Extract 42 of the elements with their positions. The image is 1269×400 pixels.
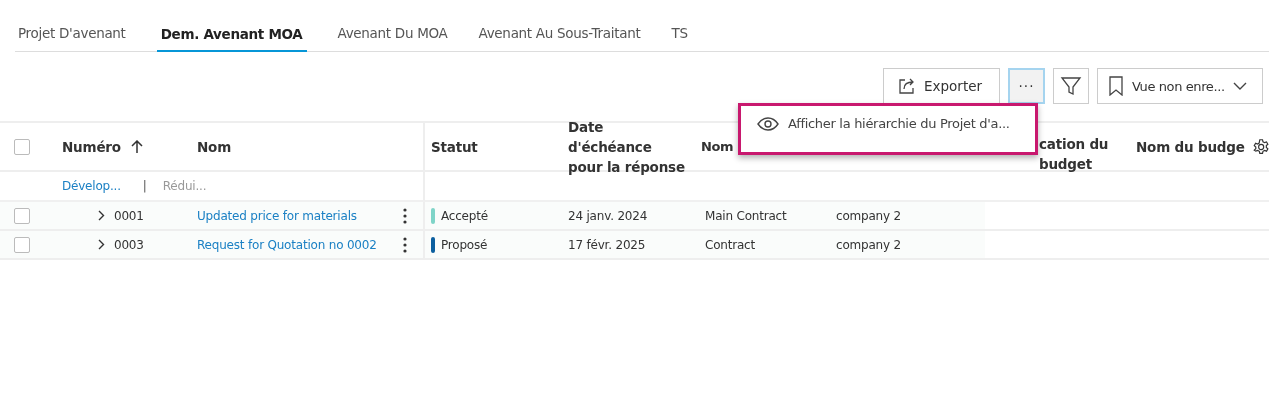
column-header[interactable]: Nom du budge [1136,138,1245,155]
column-header[interactable]: Statut [431,138,478,155]
table-cell: 24 janv. 2024 [568,208,648,223]
column-header[interactable]: Numéro [62,138,121,155]
status-text: Proposé [441,237,488,252]
table-cell: 0001 [114,208,144,223]
table-cell: Contract [705,237,756,252]
chevron-right-icon[interactable] [98,239,105,250]
table-cell: Main Contract [705,208,787,223]
link-separator: | [142,179,147,193]
table-cell: company 2 [836,237,901,252]
kebab-menu-icon[interactable] [403,207,407,224]
expand-all-link[interactable]: Dévelop... [62,179,121,193]
kebab-menu-icon[interactable] [403,236,407,253]
table-cell: company 2 [836,208,901,223]
chevron-right-icon[interactable] [98,210,105,221]
view-select[interactable]: Vue non enre... [1097,68,1263,104]
select-all-checkbox[interactable] [14,138,30,155]
menu-item[interactable]: Afficher la hiérarchie du Projet d'a... [741,106,1035,131]
table-cell: 17 févr. 2025 [568,237,646,252]
bookmark-icon [1108,76,1124,96]
share-icon [898,77,916,95]
row-checkbox[interactable] [14,207,30,224]
tab[interactable]: Avenant Du MOA [337,25,448,51]
more-button[interactable]: ··· [1008,68,1045,104]
menu-item-label: Afficher la hiérarchie du Projet d'a... [788,116,1010,131]
tab[interactable]: Projet D'avenant [18,25,126,51]
tab[interactable]: TS [671,25,688,51]
eye-icon [757,116,779,131]
tab[interactable]: Avenant Au Sous-Traitant [478,25,641,51]
chevron-down-icon [1232,82,1247,90]
filter-button[interactable] [1053,68,1089,104]
status-text: Accepté [441,208,488,223]
table-cell: 0003 [114,237,144,252]
column-header[interactable]: Nom [197,138,232,155]
tab[interactable]: Dem. Avenant MOA [156,26,307,52]
filter-icon [1060,75,1082,97]
row-checkbox[interactable] [14,236,30,253]
settings-icon[interactable] [1252,137,1269,156]
export-button[interactable]: Exporter [883,68,1000,104]
column-header[interactable]: Nom [701,139,734,154]
column-header[interactable]: Date d'échéance pour la réponse [568,116,688,177]
